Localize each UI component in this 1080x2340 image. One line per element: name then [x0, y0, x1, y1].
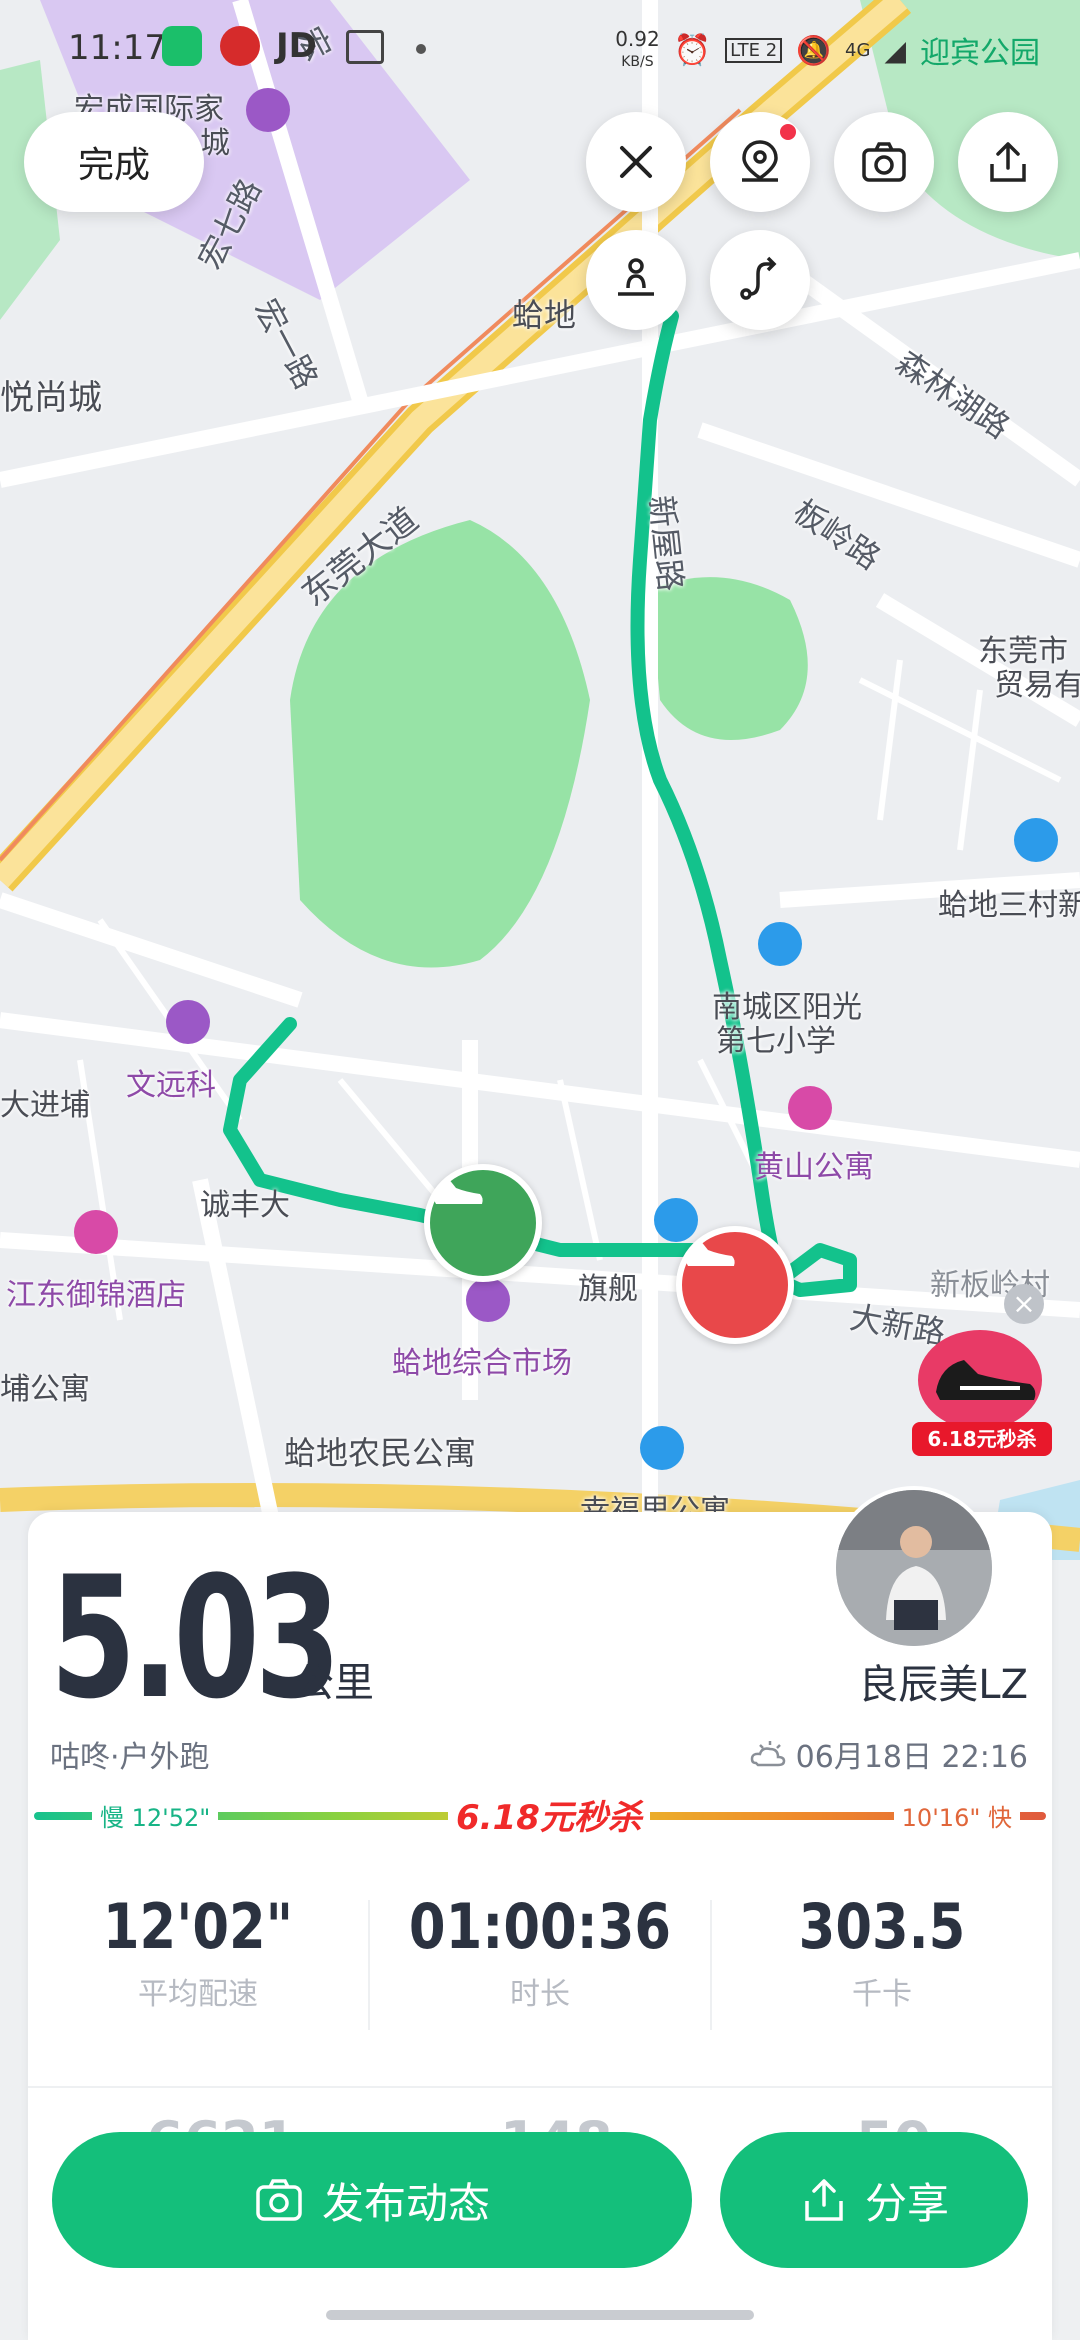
status-bar: 11:17 JD 0.92 KB/S ⏰ LTE 2 🔕 4G ◢ 迎宾公园 [0, 0, 1080, 90]
activity-type: 咕咚·户外跑 [50, 1740, 210, 1775]
map-label: 文远科 [126, 1068, 216, 1103]
shoe-icon [686, 1240, 735, 1266]
share-icon [805, 2179, 843, 2221]
route-button[interactable] [710, 230, 810, 330]
share-top-button[interactable] [958, 112, 1058, 212]
status-time: 11:17 [68, 28, 166, 68]
alarm-icon: ⏰ [673, 32, 712, 68]
dot-icon [416, 44, 426, 54]
route-map[interactable]: 宏成国际家 城 宏七路 宏一路 宏 悦尚城 蛤地 东莞大道 森林湖路 板岭路 新… [0, 0, 1080, 1560]
network-type: 4G [845, 39, 871, 61]
close-icon [620, 146, 652, 178]
net-speed: 0.92 KB/S [615, 26, 660, 70]
map-label: 大进埔 [0, 1088, 90, 1123]
stat-value: 12'02" [102, 1890, 294, 1963]
mail-icon [346, 30, 384, 64]
activity-datetime: 06月18日 22:16 [748, 1732, 1028, 1776]
shoe-icon [936, 1360, 1036, 1400]
end-marker [676, 1226, 794, 1344]
map-label: 悦尚城 [0, 378, 102, 418]
map-label: 城 [200, 126, 230, 161]
mute-icon: 🔕 [796, 33, 832, 67]
meditate-icon [618, 258, 654, 296]
stat-label: 平均配速 [138, 1977, 258, 2012]
camera-button[interactable] [834, 112, 934, 212]
distance-unit: 公里 [294, 1660, 374, 1706]
overlay-text: 迎宾公园 [920, 36, 1040, 71]
shoe-icon [434, 1178, 483, 1204]
meditate-button[interactable] [586, 230, 686, 330]
stat-duration: 01:00:36 时长 [370, 1890, 710, 2013]
map-label: 诚丰大 [200, 1188, 290, 1223]
app-icon [162, 26, 202, 66]
avatar[interactable] [832, 1486, 996, 1650]
username[interactable]: 良辰美LZ [858, 1652, 1028, 1710]
volte-badge: LTE 2 [725, 37, 783, 63]
map-label: 第七小学 [716, 1024, 836, 1059]
share-label: 分享 [864, 2178, 949, 2228]
map-label: 旗舰 [578, 1272, 638, 1307]
close-button[interactable] [586, 112, 686, 212]
notification-dot [780, 124, 796, 140]
row-divider [28, 2086, 1052, 2088]
share-button[interactable]: 分享 [720, 2132, 1028, 2268]
map-label: 蛤地三村新 [938, 888, 1080, 923]
promo-label[interactable]: 6.18元秒杀 [448, 1790, 650, 1839]
location-button[interactable] [710, 112, 810, 212]
done-button[interactable]: 完成 [24, 112, 204, 212]
map-label: 黄山公寓 [754, 1150, 874, 1185]
camera-icon [256, 2179, 302, 2221]
map-label: 蛤地农民公寓 [284, 1434, 477, 1472]
status-right: 0.92 KB/S ⏰ LTE 2 🔕 4G ◢ 迎宾公园 [615, 28, 1040, 72]
ad-close-button[interactable]: × [1004, 1284, 1044, 1324]
map-label: 蛤地 [512, 296, 577, 334]
stat-calories: 303.5 千卡 [712, 1890, 1052, 2013]
publish-button[interactable]: 发布动态 [52, 2132, 692, 2268]
pace-slow-label: 慢 12'52" [92, 1798, 219, 1833]
location-pin-icon [742, 140, 778, 182]
route-icon [740, 256, 777, 300]
promo-ad[interactable]: 6.18元秒杀 [912, 1330, 1052, 1460]
jd-icon: JD [276, 26, 317, 66]
stat-label: 千卡 [852, 1977, 912, 2012]
stat-value: 01:00:36 [408, 1890, 672, 1963]
start-marker [424, 1164, 542, 1282]
map-label: 贸易有 [994, 668, 1080, 703]
signal-icon: ◢ [884, 33, 906, 67]
home-indicator[interactable] [326, 2310, 754, 2320]
stat-label: 时长 [510, 1977, 570, 2012]
pace-fast-label: 10'16" 快 [893, 1798, 1020, 1833]
map-label: 蛤地综合市场 [392, 1346, 572, 1381]
share-icon [990, 142, 1026, 182]
weather-icon [750, 1741, 785, 1767]
datetime-text: 06月18日 22:16 [795, 1740, 1028, 1775]
publish-label: 发布动态 [321, 2178, 490, 2228]
metro-icon [220, 26, 260, 66]
avatar-image [836, 1490, 992, 1646]
ad-label: 6.18元秒杀 [912, 1422, 1052, 1456]
camera-icon [862, 142, 906, 182]
map-label: 江东御锦酒店 [6, 1278, 186, 1313]
stat-pace: 12'02" 平均配速 [28, 1890, 368, 2013]
stat-value: 303.5 [798, 1890, 966, 1963]
map-road-label: 新屋路 [642, 493, 690, 593]
map-label: 埔公寓 [0, 1372, 90, 1407]
